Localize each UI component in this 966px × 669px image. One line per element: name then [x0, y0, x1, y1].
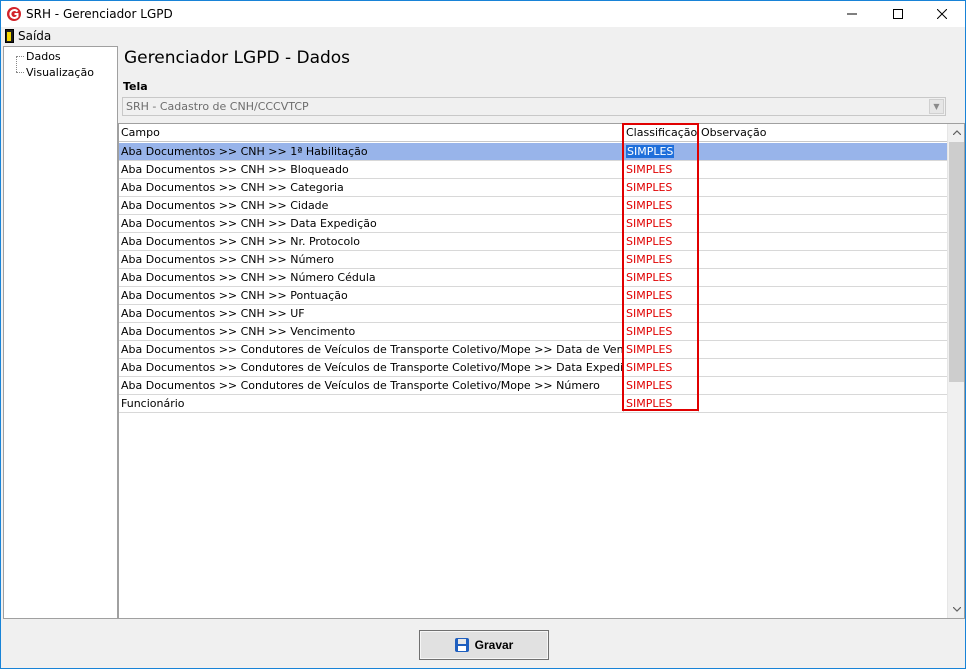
cell-classificacao[interactable]: SIMPLES [624, 233, 699, 250]
cell-classificacao[interactable]: SIMPLES [624, 305, 699, 322]
table-row[interactable]: Aba Documentos >> CNH >> Bloqueado SIMPL… [119, 161, 947, 179]
dropdown-arrow-icon[interactable]: ▼ [929, 99, 944, 114]
cell-campo[interactable]: Aba Documentos >> CNH >> Pontuação [119, 287, 624, 304]
exit-door-icon [5, 29, 14, 43]
cell-observacao[interactable] [699, 251, 947, 268]
app-window: SRH - Gerenciador LGPD Saída Dados Visua… [0, 0, 966, 669]
scroll-down-arrow-icon[interactable] [948, 601, 964, 618]
cell-campo[interactable]: Funcionário [119, 395, 624, 412]
cell-observacao[interactable] [699, 269, 947, 286]
screen-label: Tela [123, 80, 148, 93]
column-header-classificacao[interactable]: Classificação [624, 124, 699, 142]
table-row[interactable]: Aba Documentos >> CNH >> UF SIMPLES [119, 305, 947, 323]
cell-observacao[interactable] [699, 179, 947, 196]
cell-campo[interactable]: Aba Documentos >> Condutores de Veículos… [119, 359, 624, 376]
cell-classificacao[interactable]: SIMPLES [624, 341, 699, 358]
navigation-tree: Dados Visualização [3, 46, 118, 619]
minimize-icon [847, 13, 857, 15]
cell-observacao[interactable] [699, 287, 947, 304]
table-row[interactable]: Aba Documentos >> CNH >> Número Cédula S… [119, 269, 947, 287]
tree-item-dados[interactable]: Dados [26, 50, 61, 63]
cell-observacao[interactable] [699, 359, 947, 376]
cell-observacao[interactable] [699, 323, 947, 340]
table-row[interactable]: Aba Documentos >> CNH >> Nr. Protocolo S… [119, 233, 947, 251]
table-row[interactable]: Aba Documentos >> CNH >> Vencimento SIMP… [119, 323, 947, 341]
cell-campo[interactable]: Aba Documentos >> CNH >> 1ª Habilitação [119, 143, 624, 160]
cell-classificacao[interactable]: SIMPLES [624, 269, 699, 286]
cell-classificacao[interactable]: SIMPLES [624, 197, 699, 214]
cell-campo[interactable]: Aba Documentos >> CNH >> Número [119, 251, 624, 268]
cell-campo[interactable]: Aba Documentos >> CNH >> Número Cédula [119, 269, 624, 286]
tree-connector [16, 56, 17, 72]
table-row[interactable]: Aba Documentos >> CNH >> Categoria SIMPL… [119, 179, 947, 197]
cell-classificacao[interactable]: SIMPLES [624, 359, 699, 376]
table-row[interactable]: Aba Documentos >> Condutores de Veículos… [119, 359, 947, 377]
vertical-scrollbar[interactable] [947, 124, 964, 618]
scroll-up-arrow-icon[interactable] [948, 124, 964, 141]
cell-campo[interactable]: Aba Documentos >> CNH >> Categoria [119, 179, 624, 196]
cell-campo[interactable]: Aba Documentos >> CNH >> Vencimento [119, 323, 624, 340]
floppy-disk-icon [454, 638, 469, 652]
cell-classificacao[interactable]: SIMPLES [624, 323, 699, 340]
minimize-button[interactable] [829, 1, 875, 27]
app-logo-icon [7, 7, 21, 21]
table-row[interactable]: Aba Documentos >> CNH >> Data Expedição … [119, 215, 947, 233]
tree-connector [16, 72, 24, 73]
column-header-observacao[interactable]: Observação [699, 124, 947, 142]
cell-observacao[interactable] [699, 377, 947, 394]
cell-campo[interactable]: Aba Documentos >> CNH >> Data Expedição [119, 215, 624, 232]
cell-campo[interactable]: Aba Documentos >> CNH >> Cidade [119, 197, 624, 214]
table-row[interactable]: Aba Documentos >> CNH >> Número SIMPLES [119, 251, 947, 269]
menu-exit[interactable]: Saída [5, 29, 51, 43]
cell-observacao[interactable] [699, 143, 947, 160]
table-row[interactable]: Aba Documentos >> CNH >> Cidade SIMPLES [119, 197, 947, 215]
table-row[interactable]: Aba Documentos >> Condutores de Veículos… [119, 377, 947, 395]
title-bar[interactable]: SRH - Gerenciador LGPD [1, 1, 965, 27]
maximize-icon [893, 9, 903, 19]
cell-classificacao[interactable]: SIMPLES [624, 395, 699, 412]
cell-campo[interactable]: Aba Documentos >> Condutores de Veículos… [119, 341, 624, 358]
cell-classificacao[interactable]: SIMPLES [624, 179, 699, 196]
cell-observacao[interactable] [699, 341, 947, 358]
screen-select[interactable]: SRH - Cadastro de CNH/CCCVTCP ▼ [122, 97, 946, 116]
close-icon [937, 9, 947, 19]
cell-classificacao[interactable]: SIMPLES [624, 287, 699, 304]
cell-observacao[interactable] [699, 233, 947, 250]
cell-classificacao[interactable]: SIMPLES [624, 161, 699, 178]
fields-grid: Campo Classificação Observação Aba Docum… [118, 123, 965, 619]
tree-connector [16, 56, 24, 57]
grid-header: Campo Classificação Observação [119, 124, 947, 142]
cell-observacao[interactable] [699, 395, 947, 412]
cell-observacao[interactable] [699, 305, 947, 322]
table-row[interactable]: Aba Documentos >> CNH >> Pontuação SIMPL… [119, 287, 947, 305]
cell-classificacao[interactable]: SIMPLES [624, 251, 699, 268]
table-row[interactable]: Aba Documentos >> Condutores de Veículos… [119, 341, 947, 359]
cell-campo[interactable]: Aba Documentos >> CNH >> Bloqueado [119, 161, 624, 178]
window-title: SRH - Gerenciador LGPD [26, 7, 173, 21]
cell-observacao[interactable] [699, 161, 947, 178]
menu-exit-label: Saída [18, 29, 52, 43]
menu-bar: Saída [1, 27, 965, 46]
close-button[interactable] [919, 1, 965, 27]
table-row[interactable]: Aba Documentos >> CNH >> 1ª Habilitação … [119, 143, 947, 161]
cell-classificacao[interactable]: SIMPLES [624, 377, 699, 394]
column-header-campo[interactable]: Campo [119, 124, 624, 142]
screen-select-value: SRH - Cadastro de CNH/CCCVTCP [126, 100, 309, 113]
cell-campo[interactable]: Aba Documentos >> Condutores de Veículos… [119, 377, 624, 394]
table-row[interactable]: Funcionário SIMPLES [119, 395, 947, 413]
maximize-button[interactable] [875, 1, 921, 27]
cell-observacao[interactable] [699, 197, 947, 214]
cell-classificacao[interactable]: SIMPLES [624, 215, 699, 232]
cell-campo[interactable]: Aba Documentos >> CNH >> Nr. Protocolo [119, 233, 624, 250]
save-button[interactable]: Gravar [419, 630, 549, 660]
grid-rows: Aba Documentos >> CNH >> 1ª Habilitação … [119, 143, 947, 413]
tree-item-visualizacao[interactable]: Visualização [26, 66, 94, 79]
save-button-label: Gravar [474, 638, 514, 652]
scrollbar-thumb[interactable] [949, 142, 964, 382]
cell-campo[interactable]: Aba Documentos >> CNH >> UF [119, 305, 624, 322]
cell-observacao[interactable] [699, 215, 947, 232]
page-title: Gerenciador LGPD - Dados [124, 48, 351, 68]
cell-classificacao[interactable]: SIMPLES [624, 143, 699, 160]
cell-classificacao-value: SIMPLES [626, 145, 675, 158]
